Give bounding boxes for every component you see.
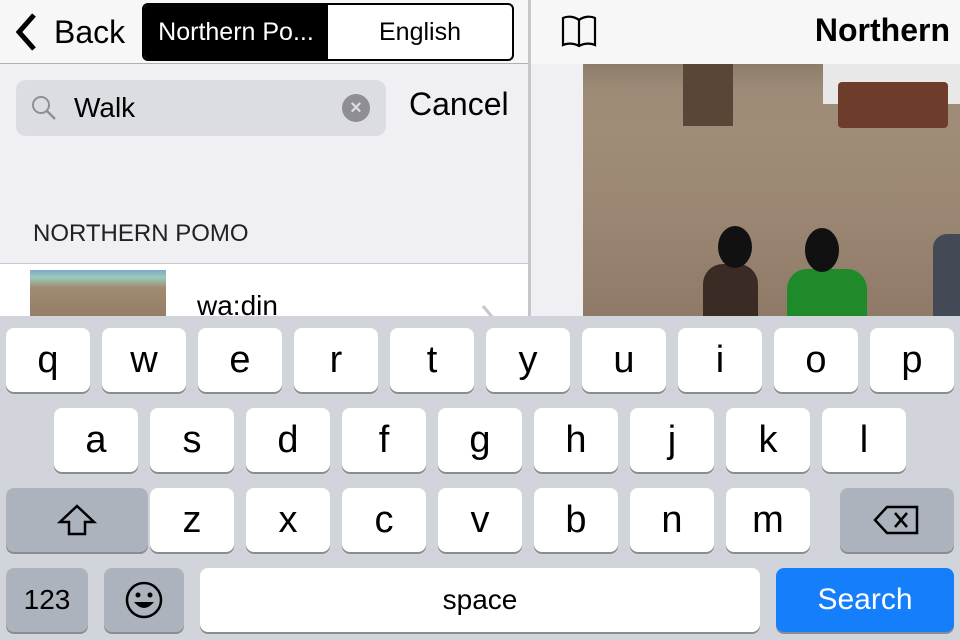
key-h[interactable]: h [534, 408, 618, 472]
search-input[interactable] [74, 88, 334, 128]
chevron-left-icon [15, 13, 36, 51]
key-t[interactable]: t [390, 328, 474, 392]
detail-title: Northern [814, 12, 950, 48]
key-v[interactable]: v [438, 488, 522, 552]
key-k[interactable]: k [726, 408, 810, 472]
key-x[interactable]: x [246, 488, 330, 552]
key-r[interactable]: r [294, 328, 378, 392]
section-header: NORTHERN POMO [33, 220, 249, 247]
emoji-icon [125, 581, 163, 619]
cancel-button[interactable]: Cancel [409, 86, 509, 123]
key-b[interactable]: b [534, 488, 618, 552]
segment-english[interactable]: English [328, 5, 512, 59]
search-field[interactable]: × [16, 80, 386, 136]
key-c[interactable]: c [342, 488, 426, 552]
shift-icon [57, 504, 97, 536]
key-o[interactable]: o [774, 328, 858, 392]
shift-key[interactable] [6, 488, 148, 552]
language-segmented-control: Northern Po... English [142, 3, 514, 61]
key-f[interactable]: f [342, 408, 426, 472]
key-w[interactable]: w [102, 328, 186, 392]
key-m[interactable]: m [726, 488, 810, 552]
key-a[interactable]: a [54, 408, 138, 472]
search-key[interactable]: Search [776, 568, 954, 632]
backspace-icon [873, 505, 919, 535]
key-j[interactable]: j [630, 408, 714, 472]
key-s[interactable]: s [150, 408, 234, 472]
clear-search-icon[interactable]: × [342, 94, 370, 122]
key-q[interactable]: q [6, 328, 90, 392]
numbers-key[interactable]: 123 [6, 568, 88, 632]
search-icon [32, 96, 56, 120]
key-e[interactable]: e [198, 328, 282, 392]
key-u[interactable]: u [582, 328, 666, 392]
key-n[interactable]: n [630, 488, 714, 552]
delete-key[interactable] [840, 488, 954, 552]
key-i[interactable]: i [678, 328, 762, 392]
key-d[interactable]: d [246, 408, 330, 472]
segment-northern-pomo[interactable]: Northern Po... [144, 5, 328, 59]
back-label: Back [54, 13, 126, 50]
emoji-key[interactable] [104, 568, 184, 632]
key-p[interactable]: p [870, 328, 954, 392]
key-y[interactable]: y [486, 328, 570, 392]
key-g[interactable]: g [438, 408, 522, 472]
keyboard: 123 space Search qwertyuiop asdfghjkl zxcv… [0, 316, 960, 640]
book-icon[interactable] [560, 14, 598, 48]
list-item[interactable]: wa:din [0, 263, 528, 330]
space-key[interactable]: space [200, 568, 760, 632]
key-l[interactable]: l [822, 408, 906, 472]
key-z[interactable]: z [150, 488, 234, 552]
entry-photo [583, 64, 960, 316]
back-button[interactable]: Back [14, 10, 125, 54]
